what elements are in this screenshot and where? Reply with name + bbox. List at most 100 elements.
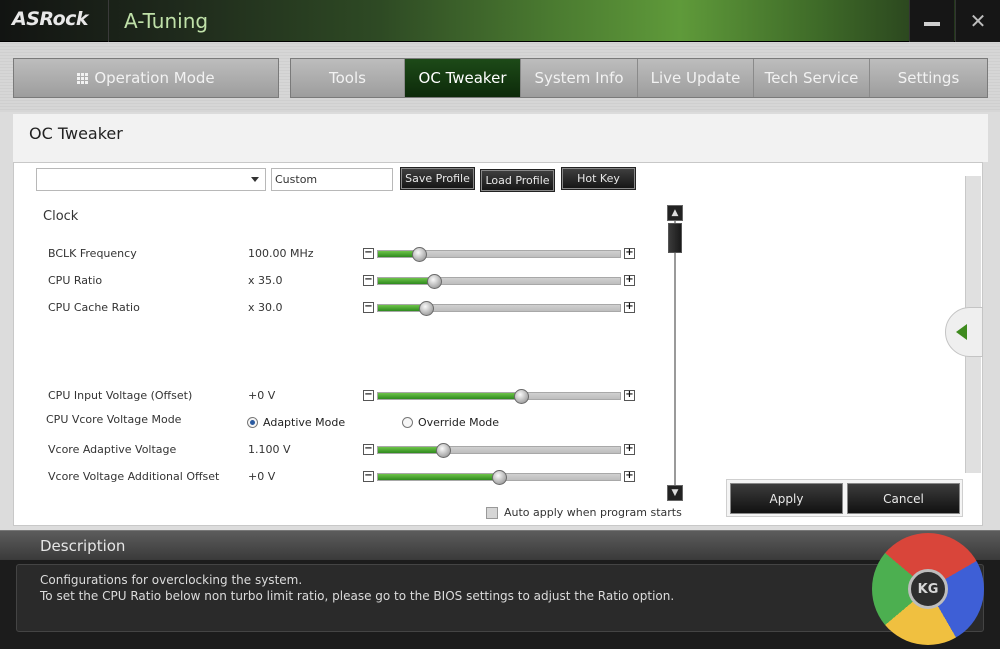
decrease-button[interactable]: − <box>363 248 374 259</box>
scroll-thumb[interactable] <box>668 223 682 253</box>
main-tabs: Tools OC Tweaker System Info Live Update… <box>290 58 988 98</box>
triangle-down-icon: ▼ <box>671 488 679 498</box>
adaptive-mode-radio[interactable]: Adaptive Mode <box>247 416 345 429</box>
vcore-adaptive-voltage-value: 1.100 V <box>248 443 291 456</box>
decrease-button[interactable]: − <box>363 444 374 455</box>
vcore-adaptive-voltage-label: Vcore Adaptive Voltage <box>48 443 177 456</box>
description-header: Description <box>0 530 1000 560</box>
cpu-ratio-value: x 35.0 <box>248 274 283 287</box>
override-mode-radio[interactable]: Override Mode <box>402 416 499 429</box>
slider-fill <box>378 278 434 284</box>
vcore-additional-offset-label: Vcore Voltage Additional Offset <box>48 470 220 483</box>
chevron-down-icon <box>251 177 259 182</box>
hot-key-button[interactable]: Hot Key <box>561 167 636 190</box>
tab-oc-tweaker[interactable]: OC Tweaker <box>405 59 521 97</box>
description-line-1: Configurations for overclocking the syst… <box>40 573 303 587</box>
cpu-input-voltage-value: +0 V <box>248 389 276 402</box>
radio-selected-icon <box>247 417 258 428</box>
slider-track <box>377 301 621 316</box>
vcore-additional-offset-value: +0 V <box>248 470 276 483</box>
decrease-button[interactable]: − <box>363 302 374 313</box>
description-body: Configurations for overclocking the syst… <box>16 564 984 632</box>
clock-section-label: Clock <box>43 209 79 224</box>
tab-label: Live Update <box>650 69 741 87</box>
increase-button[interactable]: + <box>624 471 635 482</box>
bclk-value: 100.00 MHz <box>248 247 314 260</box>
triangle-left-icon <box>956 324 967 340</box>
cpu-ratio-slider[interactable]: − + <box>363 274 635 289</box>
auto-apply-checkbox[interactable]: Auto apply when program starts <box>486 506 682 519</box>
description-panel: Description Configurations for overclock… <box>0 530 1000 649</box>
slider-track <box>377 274 621 289</box>
cpu-cache-ratio-label: CPU Cache Ratio <box>48 301 140 314</box>
triangle-up-icon: ▲ <box>671 208 679 218</box>
tab-live-update[interactable]: Live Update <box>638 59 754 97</box>
adaptive-mode-label: Adaptive Mode <box>263 416 346 429</box>
tab-label: System Info <box>534 69 624 87</box>
cpu-cache-ratio-value: x 30.0 <box>248 301 283 314</box>
cancel-button[interactable]: Cancel <box>847 483 960 514</box>
kitguru-logo: KG <box>872 533 984 645</box>
app-title: A-Tuning <box>124 9 209 33</box>
slider-track <box>377 389 621 404</box>
bclk-slider[interactable]: − + <box>363 247 635 262</box>
increase-button[interactable]: + <box>624 444 635 455</box>
logo-text: KG <box>908 569 948 609</box>
apply-button[interactable]: Apply <box>730 483 843 514</box>
minimize-button[interactable] <box>909 0 954 42</box>
slider-handle[interactable] <box>436 443 452 458</box>
scroll-down-button[interactable]: ▼ <box>667 485 683 501</box>
increase-button[interactable]: + <box>624 390 635 401</box>
tab-system-info[interactable]: System Info <box>521 59 638 97</box>
decrease-button[interactable]: − <box>363 275 374 286</box>
tab-label: Tech Service <box>764 69 859 87</box>
cpu-input-voltage-label: CPU Input Voltage (Offset) <box>48 389 193 402</box>
expand-panel-button[interactable] <box>945 307 983 357</box>
cpu-ratio-label: CPU Ratio <box>48 274 103 287</box>
save-profile-button[interactable]: Save Profile <box>400 167 475 190</box>
increase-button[interactable]: + <box>624 302 635 313</box>
vcore-adaptive-voltage-slider[interactable]: − + <box>363 443 635 458</box>
slider-handle[interactable] <box>492 470 507 485</box>
tab-label: Settings <box>897 69 960 87</box>
checkbox-icon <box>486 506 498 519</box>
scroll-up-button[interactable]: ▲ <box>667 205 683 221</box>
description-title: Description <box>40 537 126 555</box>
close-icon: ✕ <box>969 9 987 33</box>
slider-handle[interactable] <box>412 247 428 262</box>
vcore-additional-offset-slider[interactable]: − + <box>363 470 635 485</box>
asrock-logo: ASRock <box>12 8 89 30</box>
scroll-rail <box>674 221 676 485</box>
increase-button[interactable]: + <box>624 248 635 259</box>
bclk-label: BCLK Frequency <box>48 247 137 260</box>
slider-handle[interactable] <box>419 301 435 316</box>
profile-name-field[interactable]: Custom <box>271 168 393 191</box>
cpu-input-voltage-slider[interactable]: − + <box>363 389 635 404</box>
decrease-button[interactable]: − <box>363 471 374 482</box>
slider-handle[interactable] <box>426 274 442 289</box>
title-bar: ASRock A-Tuning ✕ <box>0 0 1000 42</box>
slider-fill <box>378 447 444 453</box>
load-profile-button[interactable]: Load Profile <box>480 169 555 192</box>
slider-fill <box>378 393 521 399</box>
auto-apply-label: Auto apply when program starts <box>504 506 682 519</box>
increase-button[interactable]: + <box>624 275 635 286</box>
page-header: OC Tweaker <box>13 114 988 162</box>
cpu-cache-ratio-slider[interactable]: − + <box>363 301 635 316</box>
title-divider <box>108 0 109 42</box>
description-line-2: To set the CPU Ratio below non turbo lim… <box>40 589 675 603</box>
operation-mode-button[interactable]: Operation Mode <box>13 58 279 98</box>
settings-scrollbar[interactable]: ▲ ▼ <box>667 205 683 501</box>
action-buttons: Apply Cancel <box>726 479 963 517</box>
tab-tech-service[interactable]: Tech Service <box>754 59 870 97</box>
tab-tools[interactable]: Tools <box>291 59 405 97</box>
tab-settings[interactable]: Settings <box>870 59 987 97</box>
decrease-button[interactable]: − <box>363 390 374 401</box>
slider-handle[interactable] <box>513 389 529 404</box>
profile-dropdown[interactable] <box>36 168 266 191</box>
operation-mode-label: Operation Mode <box>94 69 215 87</box>
close-button[interactable]: ✕ <box>955 0 1000 42</box>
radio-unselected-icon <box>402 417 413 428</box>
minimize-icon <box>924 22 940 26</box>
tab-label: Tools <box>329 69 366 87</box>
